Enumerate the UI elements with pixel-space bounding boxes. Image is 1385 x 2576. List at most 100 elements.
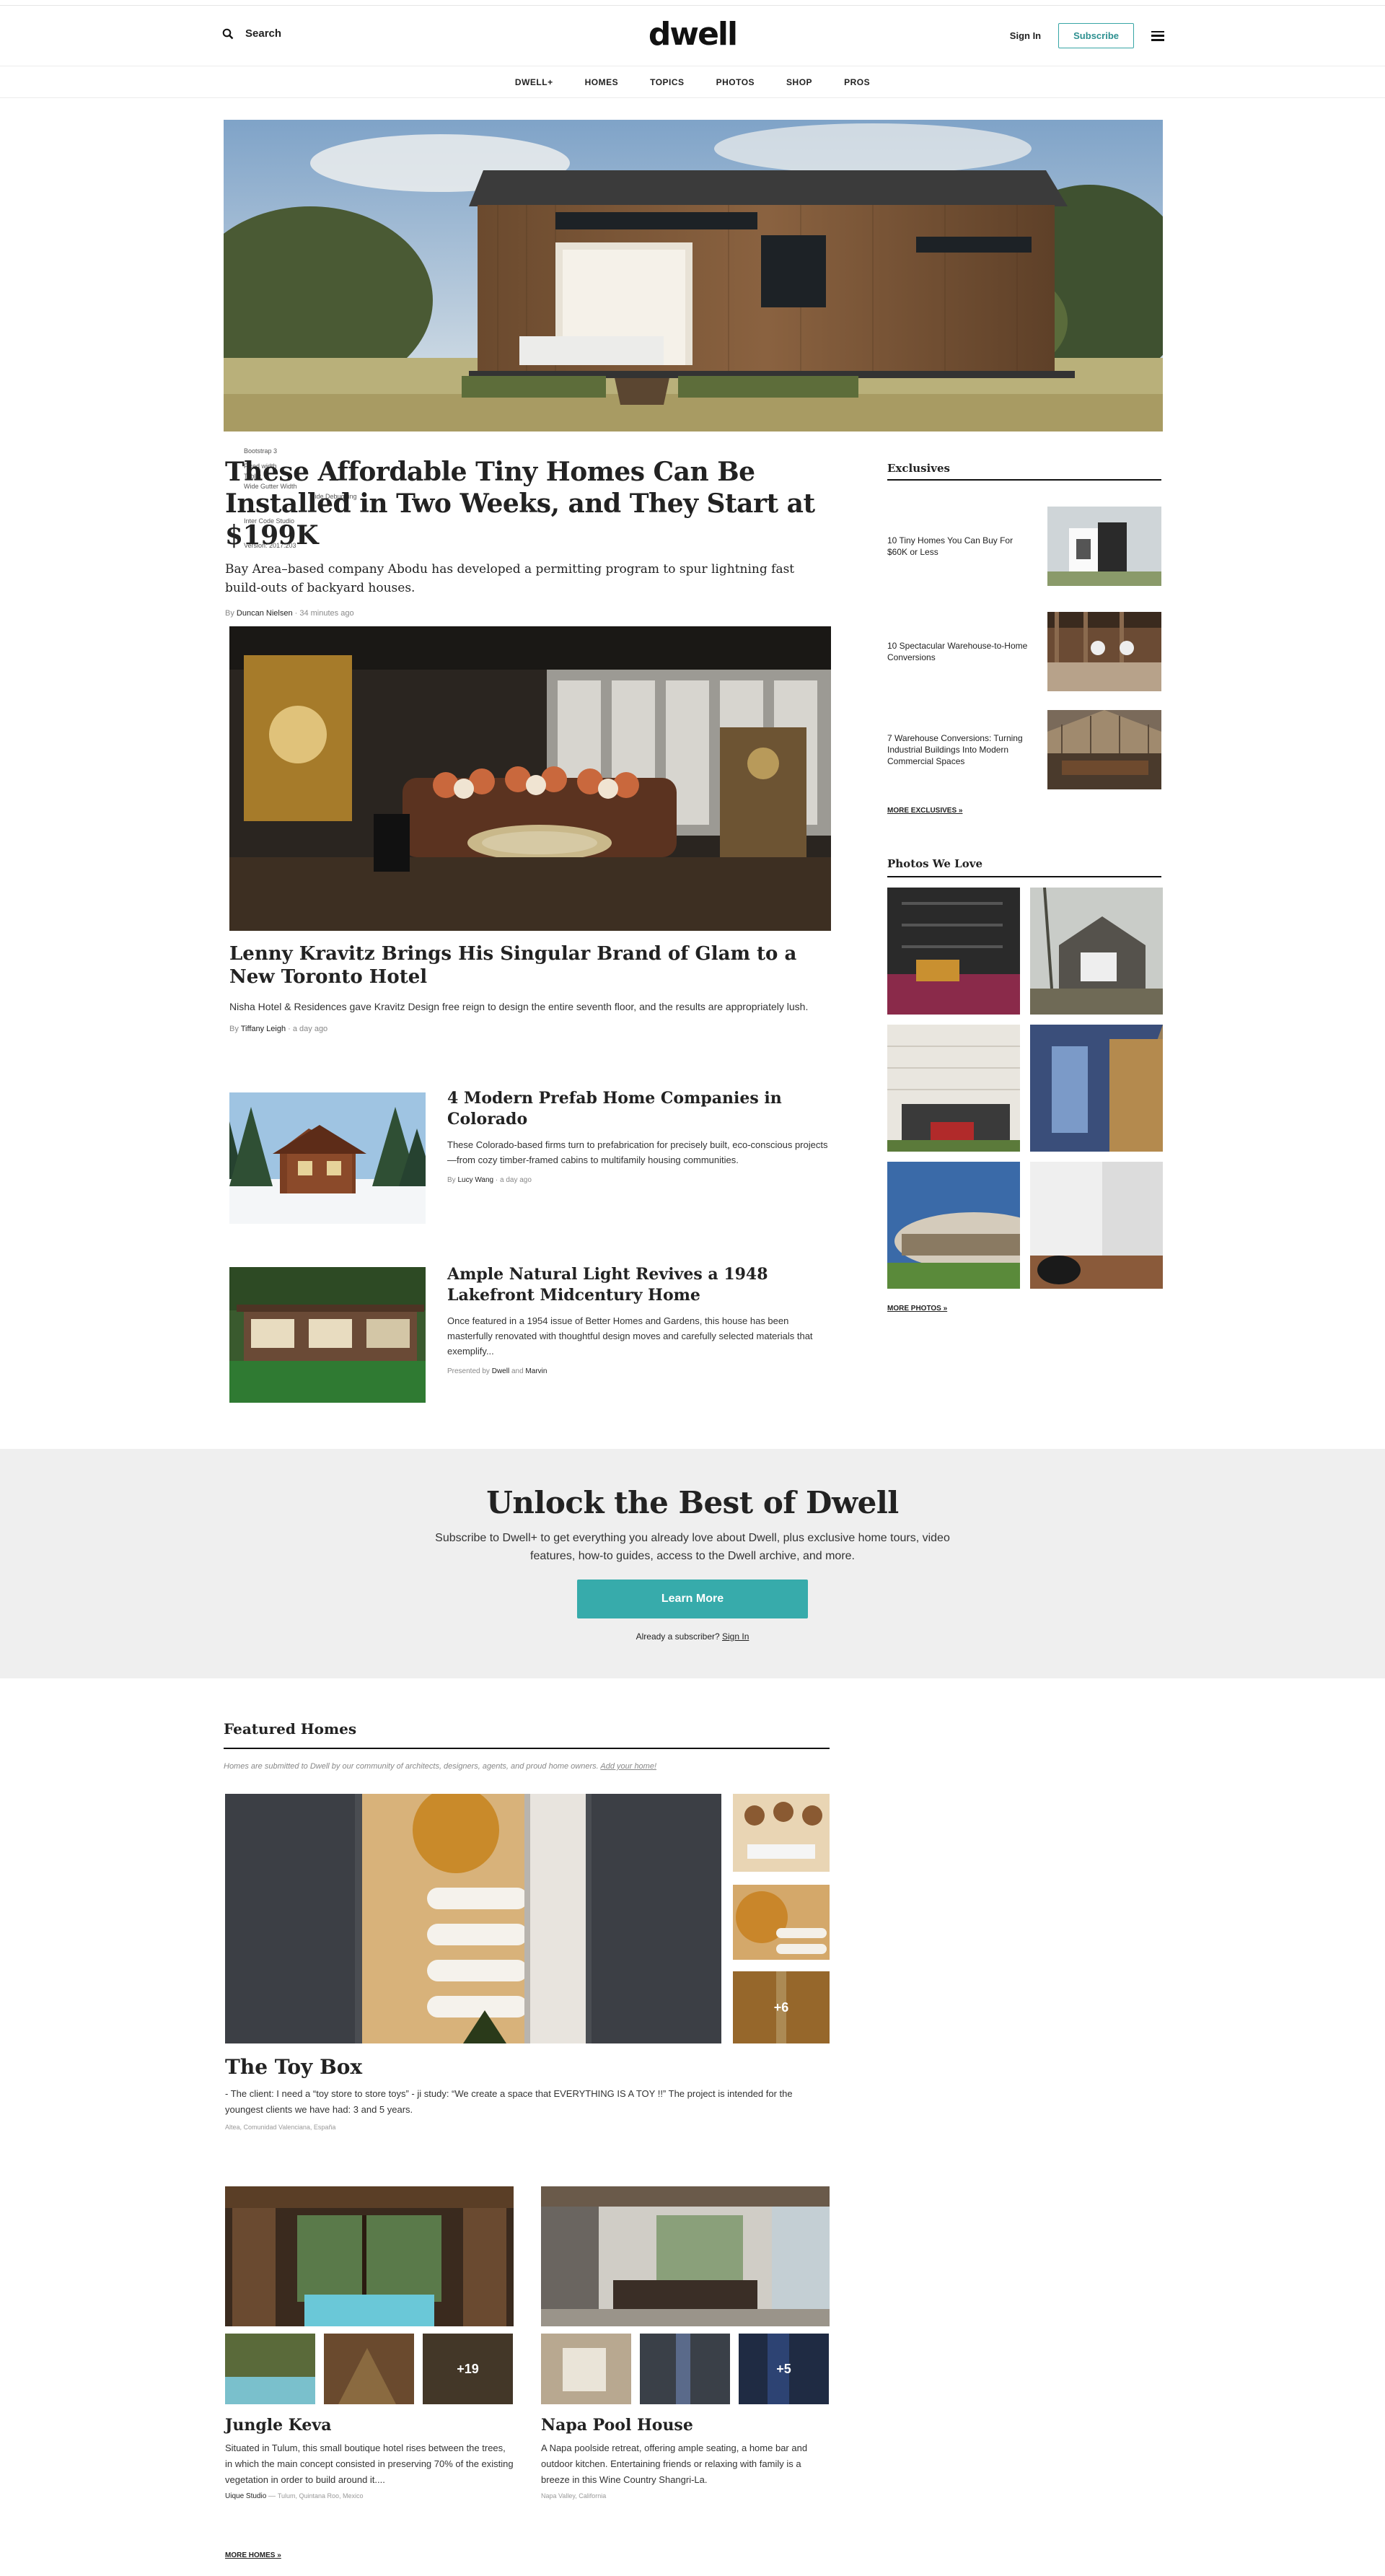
- story4-presented: Presented by Dwell and Marvin: [447, 1367, 830, 1375]
- sponsor-dwell[interactable]: Dwell: [492, 1367, 509, 1375]
- story3-time: a day ago: [500, 1176, 532, 1184]
- toy-box-title[interactable]: The Toy Box: [225, 2055, 830, 2079]
- photos-we-love: Photos We Love MORE PHOTOS »: [887, 857, 1163, 1313]
- exclusive-item[interactable]: 10 Spectacular Warehouse-to-Home Convers…: [887, 609, 1161, 694]
- search-icon: [222, 28, 234, 39]
- more-photos-link[interactable]: MORE PHOTOS »: [887, 1305, 1161, 1313]
- jungle-keva-image[interactable]: [225, 2186, 514, 2326]
- jungle-keva-studio[interactable]: Uique Studio: [225, 2492, 266, 2500]
- toy-box-thumbnail[interactable]: [733, 1885, 830, 1960]
- toy-box-more-thumbnail[interactable]: +6: [733, 1971, 830, 2043]
- hero-image-tiny-home[interactable]: [224, 120, 1163, 431]
- exclusives-heading: Exclusives: [887, 462, 1161, 481]
- story4-image[interactable]: [229, 1267, 426, 1403]
- story4-dek: Once featured in a 1954 issue of Better …: [447, 1315, 813, 1357]
- more-photos-count: +6: [733, 1971, 830, 2043]
- story2-image[interactable]: [229, 626, 831, 931]
- jungle-keva-thumbnail[interactable]: [324, 2334, 414, 2404]
- jungle-keva-thumbnail[interactable]: [225, 2334, 315, 2404]
- more-exclusives-link[interactable]: MORE EXCLUSIVES »: [887, 807, 962, 815]
- jungle-keva-more-thumbnail[interactable]: +19: [423, 2334, 513, 2404]
- photo-tile[interactable]: [887, 888, 1020, 1015]
- search-button[interactable]: Search: [222, 27, 281, 40]
- presented-and: and: [511, 1367, 524, 1375]
- subscribe-button[interactable]: Subscribe: [1058, 23, 1134, 48]
- napa-title[interactable]: Napa Pool House: [541, 2416, 830, 2435]
- toy-box-main-image[interactable]: [225, 1794, 721, 2043]
- story2: Lenny Kravitz Brings His Singular Brand …: [229, 942, 831, 1033]
- jungle-keva-credit: Uique Studio — Tulum, Quintana Roo, Mexi…: [225, 2492, 364, 2500]
- byline-prefix: By: [229, 1025, 239, 1033]
- story2-dek: Nisha Hotel & Residences gave Kravitz De…: [229, 1001, 809, 1012]
- exclusives-panel: Exclusives: [887, 462, 1161, 481]
- photo-tile[interactable]: [1030, 1025, 1163, 1152]
- site-header: Search dwell Sign In Subscribe: [0, 6, 1385, 66]
- story2-author[interactable]: Tiffany Leigh: [241, 1025, 286, 1033]
- photo-tile[interactable]: [1030, 1162, 1163, 1289]
- story3-dek: These Colorado-based firms turn to prefa…: [447, 1139, 828, 1165]
- photos-grid: [887, 888, 1163, 1289]
- lead-story: These Affordable Tiny Homes Can Be Insta…: [225, 456, 831, 618]
- story3-title[interactable]: 4 Modern Prefab Home Companies in Colora…: [447, 1088, 830, 1130]
- toy-box-thumbnail[interactable]: [733, 1794, 830, 1872]
- nav-dwell-plus[interactable]: DWELL+: [515, 77, 553, 87]
- exclusive-item[interactable]: 10 Tiny Homes You Can Buy For $60K or Le…: [887, 499, 1161, 593]
- jungle-keva-thumbnails: +19: [225, 2334, 514, 2404]
- toy-box-dek: - The client: I need a “toy store to sto…: [225, 2088, 793, 2115]
- nav-homes[interactable]: HOMES: [585, 77, 619, 87]
- photo-tile[interactable]: [887, 1025, 1020, 1152]
- napa-location: Napa Valley, California: [541, 2492, 607, 2500]
- add-your-home-link[interactable]: Add your home!: [600, 1762, 656, 1771]
- story4-title[interactable]: Ample Natural Light Revives a 1948 Lakef…: [447, 1264, 830, 1306]
- exclusive-title[interactable]: 10 Spectacular Warehouse-to-Home Convers…: [887, 640, 1032, 663]
- story2-byline: By Tiffany Leigh · a day ago: [229, 1025, 328, 1033]
- story2-title[interactable]: Lenny Kravitz Brings His Singular Brand …: [229, 942, 831, 989]
- main-nav: DWELL+ HOMES TOPICS PHOTOS SHOP PROS: [0, 66, 1385, 98]
- already-text: Already a subscriber?: [636, 1631, 720, 1642]
- exclusive-thumbnail[interactable]: [1047, 612, 1161, 691]
- nav-photos[interactable]: PHOTOS: [716, 77, 755, 87]
- exclusive-title[interactable]: 10 Tiny Homes You Can Buy For $60K or Le…: [887, 535, 1032, 558]
- story2-time: a day ago: [292, 1025, 328, 1033]
- toy-box-card: The Toy Box - The client: I need a “toy …: [225, 2055, 830, 2131]
- more-photos-count: +5: [739, 2334, 829, 2404]
- hamburger-menu-icon[interactable]: [1151, 30, 1164, 41]
- byline-prefix: By: [225, 609, 234, 618]
- already-subscriber: Already a subscriber? Sign In: [0, 1631, 1385, 1642]
- lead-author[interactable]: Duncan Nielsen: [237, 609, 293, 618]
- napa-card: Napa Pool House A Napa poolside retreat,…: [541, 2416, 830, 2500]
- story3-author[interactable]: Lucy Wang: [457, 1176, 493, 1184]
- featured-note: Homes are submitted to Dwell by our comm…: [224, 1762, 830, 1771]
- exclusive-thumbnail[interactable]: [1047, 710, 1161, 789]
- lead-byline: By Duncan Nielsen · 34 minutes ago: [225, 609, 354, 618]
- featured-note-text: Homes are submitted to Dwell by our comm…: [224, 1762, 599, 1771]
- featured-heading: Featured Homes: [224, 1720, 830, 1749]
- cta-signin-link[interactable]: Sign In: [722, 1631, 749, 1642]
- jungle-keva-title[interactable]: Jungle Keva: [225, 2416, 514, 2435]
- photo-tile[interactable]: [1030, 888, 1163, 1015]
- learn-more-button[interactable]: Learn More: [577, 1580, 808, 1618]
- lead-title[interactable]: These Affordable Tiny Homes Can Be Insta…: [225, 456, 831, 551]
- signin-link[interactable]: Sign In: [1010, 30, 1041, 41]
- napa-thumbnail[interactable]: [541, 2334, 631, 2404]
- exclusive-title[interactable]: 7 Warehouse Conversions: Turning Industr…: [887, 732, 1032, 767]
- more-homes-link[interactable]: MORE HOMES »: [225, 2551, 281, 2559]
- sponsor-marvin[interactable]: Marvin: [525, 1367, 547, 1375]
- napa-thumbnail[interactable]: [640, 2334, 730, 2404]
- search-label: Search: [245, 27, 282, 40]
- story3: 4 Modern Prefab Home Companies in Colora…: [447, 1088, 830, 1184]
- nav-topics[interactable]: TOPICS: [650, 77, 684, 87]
- nav-pros[interactable]: PROS: [844, 77, 870, 87]
- nav-shop[interactable]: SHOP: [786, 77, 812, 87]
- exclusive-item[interactable]: 7 Warehouse Conversions: Turning Industr…: [887, 707, 1161, 792]
- napa-dek: A Napa poolside retreat, offering ample …: [541, 2443, 808, 2485]
- photo-tile[interactable]: [887, 1162, 1020, 1289]
- cta-body: Subscribe to Dwell+ to get everything yo…: [435, 1532, 950, 1562]
- subscribe-cta: Unlock the Best of Dwell Subscribe to Dw…: [0, 1449, 1385, 1678]
- napa-pool-house-image[interactable]: [541, 2186, 830, 2326]
- exclusive-thumbnail[interactable]: [1047, 507, 1161, 586]
- dwell-logo[interactable]: dwell: [648, 16, 738, 53]
- napa-more-thumbnail[interactable]: +5: [739, 2334, 829, 2404]
- more-photos-count: +19: [423, 2334, 513, 2404]
- story3-image[interactable]: [229, 1092, 426, 1224]
